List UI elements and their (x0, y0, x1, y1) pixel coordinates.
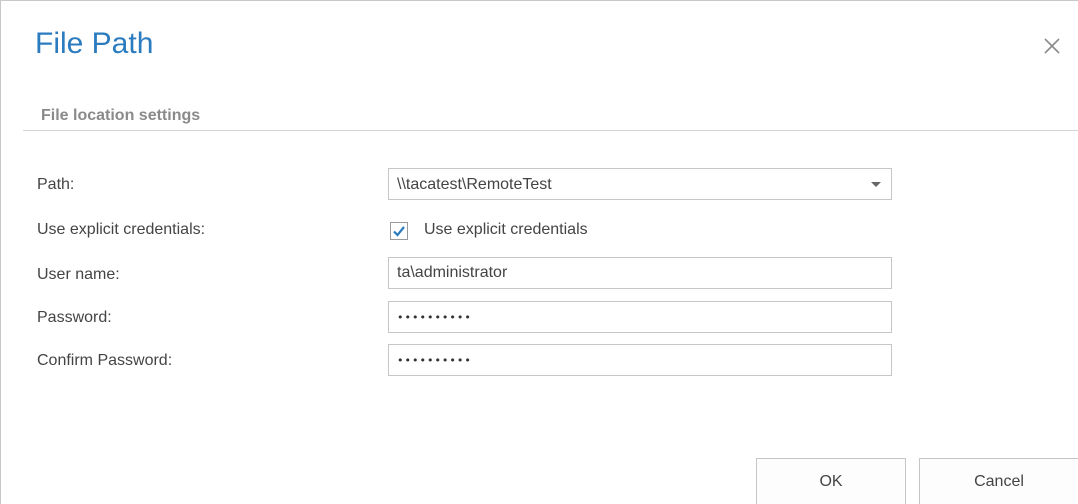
file-path-dialog: File Path File location settings Path: \… (0, 0, 1078, 504)
cancel-button[interactable]: Cancel (919, 458, 1078, 504)
ok-button[interactable]: OK (756, 458, 906, 504)
explicit-credentials-label: Use explicit credentials: (37, 221, 206, 238)
confirm-password-input[interactable]: •••••••••• (388, 344, 892, 376)
path-select[interactable]: \\tacatest\RemoteTest (388, 168, 892, 200)
password-label: Password: (37, 309, 112, 326)
confirm-password-masked-value: •••••••••• (397, 354, 472, 367)
explicit-credentials-checkbox-label[interactable]: Use explicit credentials (424, 221, 588, 239)
dialog-title: File Path (35, 27, 154, 60)
password-input[interactable]: •••••••••• (388, 301, 892, 333)
section-header: File location settings (41, 107, 201, 124)
password-masked-value: •••••••••• (397, 311, 472, 324)
close-icon (1044, 38, 1060, 54)
user-name-input[interactable] (388, 257, 892, 289)
user-name-label: User name: (37, 266, 120, 283)
checkmark-icon (393, 226, 405, 237)
section-divider (23, 130, 1078, 131)
explicit-credentials-checkbox[interactable] (390, 222, 408, 240)
confirm-password-label: Confirm Password: (37, 352, 173, 369)
path-label: Path: (37, 176, 75, 193)
close-button[interactable] (1041, 35, 1063, 57)
path-selected-value: \\tacatest\RemoteTest (397, 176, 552, 193)
chevron-down-icon (871, 182, 881, 187)
